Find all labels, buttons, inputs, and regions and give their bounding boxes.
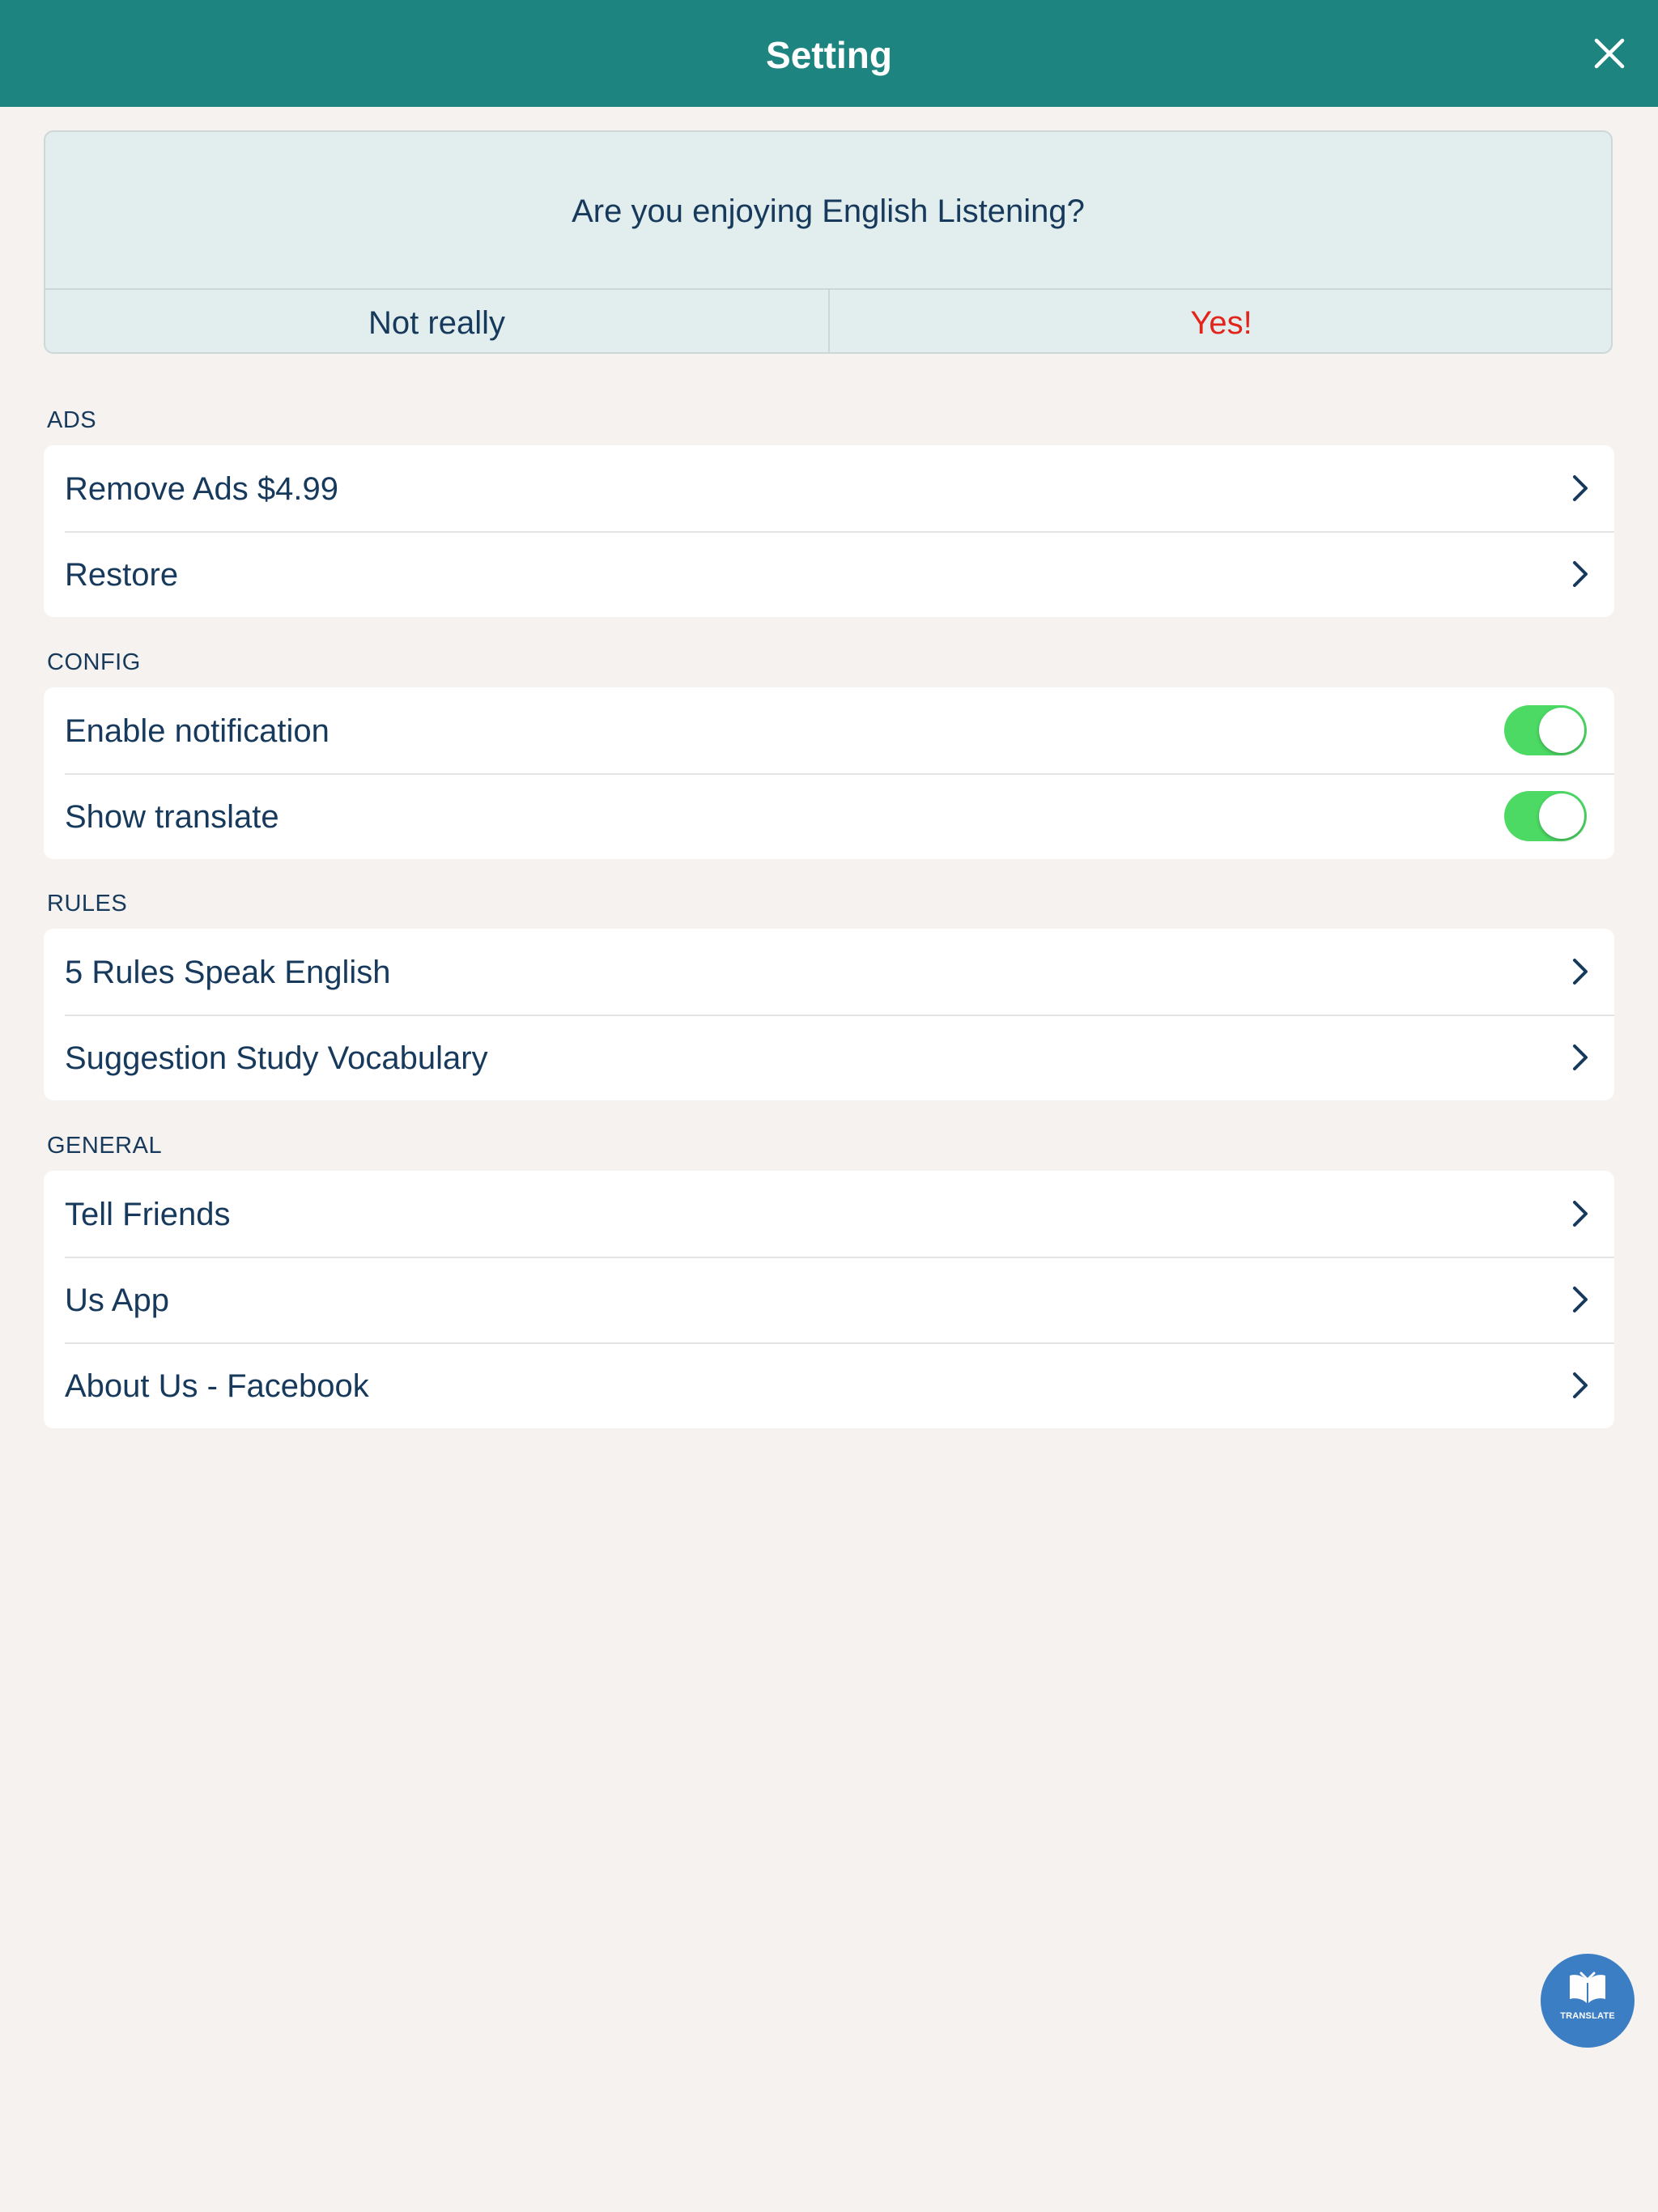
row-label: Remove Ads $4.99	[65, 471, 338, 507]
restore-row[interactable]: Restore	[44, 531, 1614, 617]
chevron-right-icon	[1573, 1201, 1588, 1227]
yes-button[interactable]: Yes!	[830, 290, 1611, 352]
translate-button[interactable]: TRANSLATE	[1541, 1954, 1635, 2048]
enable-notification-row: Enable notification	[44, 687, 1614, 773]
toggle-knob	[1539, 708, 1584, 753]
row-label: About Us - Facebook	[65, 1368, 369, 1404]
chevron-right-icon	[1573, 1372, 1588, 1398]
rules-group: 5 Rules Speak English Suggestion Study V…	[44, 929, 1614, 1100]
suggestion-study-vocabulary-row[interactable]: Suggestion Study Vocabulary	[44, 1015, 1614, 1100]
rating-question: Are you enjoying English Listening?	[572, 194, 1085, 229]
section-header-rules: RULES	[47, 891, 128, 917]
row-label: Suggestion Study Vocabulary	[65, 1040, 488, 1076]
chevron-right-icon	[1573, 561, 1588, 587]
chevron-right-icon	[1573, 1044, 1588, 1070]
five-rules-row[interactable]: 5 Rules Speak English	[44, 929, 1614, 1015]
section-header-ads: ADS	[47, 407, 97, 433]
chevron-right-icon	[1573, 959, 1588, 985]
general-group: Tell Friends Us App About Us - Facebook	[44, 1171, 1614, 1428]
close-button[interactable]	[1585, 29, 1634, 78]
row-label: Enable notification	[65, 713, 329, 749]
row-label: Show translate	[65, 799, 279, 835]
close-icon	[1594, 38, 1625, 69]
chevron-right-icon	[1573, 475, 1588, 501]
enable-notification-toggle[interactable]	[1504, 705, 1587, 755]
not-really-button[interactable]: Not really	[45, 290, 828, 352]
book-icon	[1570, 1972, 1605, 2004]
show-translate-toggle[interactable]	[1504, 791, 1587, 841]
row-label: Us App	[65, 1283, 169, 1318]
row-label: Restore	[65, 557, 179, 593]
translate-label: TRANSLATE	[1560, 2011, 1615, 2021]
ads-group: Remove Ads $4.99 Restore	[44, 445, 1614, 617]
us-app-row[interactable]: Us App	[44, 1257, 1614, 1342]
row-label: Tell Friends	[65, 1197, 231, 1232]
toggle-knob	[1539, 793, 1584, 839]
config-group: Enable notification Show translate	[44, 687, 1614, 859]
show-translate-row: Show translate	[44, 773, 1614, 859]
chevron-right-icon	[1573, 1287, 1588, 1312]
section-header-general: GENERAL	[47, 1133, 163, 1159]
row-label: 5 Rules Speak English	[65, 955, 391, 990]
remove-ads-row[interactable]: Remove Ads $4.99	[44, 445, 1614, 531]
about-us-facebook-row[interactable]: About Us - Facebook	[44, 1342, 1614, 1428]
tell-friends-row[interactable]: Tell Friends	[44, 1171, 1614, 1257]
page-title: Setting	[766, 34, 892, 76]
navigation-bar: Setting	[0, 0, 1658, 107]
section-header-config: CONFIG	[47, 649, 141, 675]
rating-prompt-card: Are you enjoying English Listening? Not …	[44, 130, 1613, 354]
